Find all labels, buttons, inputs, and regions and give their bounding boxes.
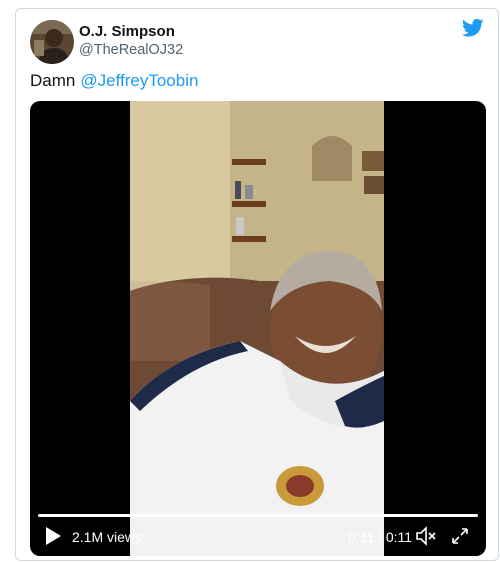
mention-link[interactable]: @JeffreyToobin	[80, 71, 198, 90]
author-name[interactable]: O.J. Simpson	[79, 23, 175, 40]
fullscreen-icon[interactable]	[450, 526, 470, 546]
twitter-bird-icon[interactable]	[461, 18, 484, 38]
play-icon[interactable]	[44, 526, 62, 546]
video-time: 0:11 / 0:11	[348, 529, 413, 545]
video-frame[interactable]	[130, 101, 384, 556]
avatar[interactable]	[30, 20, 74, 64]
tweet-text: Damn @JeffreyToobin	[30, 71, 198, 91]
video-progress-bar[interactable]	[38, 514, 478, 517]
view-count: 2.1M views	[72, 529, 143, 545]
video-player[interactable]: 2.1M views 0:11 / 0:11	[30, 101, 486, 556]
author-handle[interactable]: @TheRealOJ32	[79, 42, 183, 58]
tweet-body: Damn	[30, 71, 76, 90]
volume-muted-icon[interactable]	[415, 526, 437, 546]
